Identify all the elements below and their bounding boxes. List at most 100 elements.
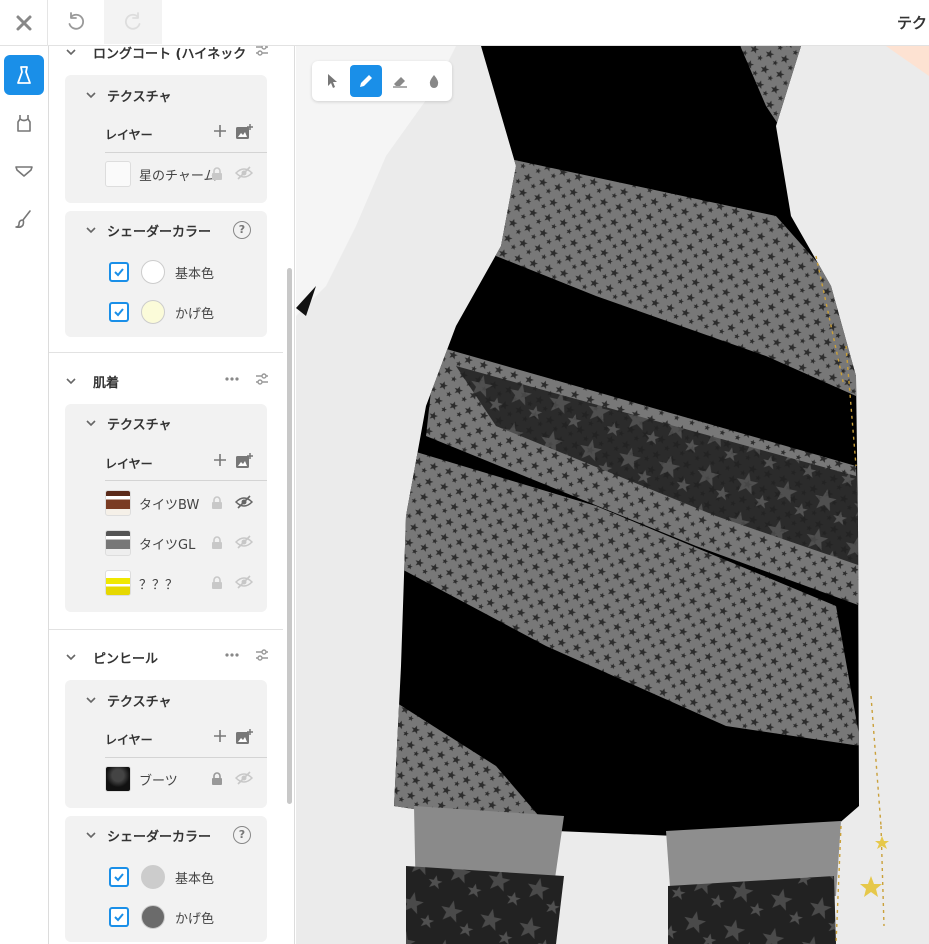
visibility-off-icon[interactable]	[234, 535, 254, 553]
help-icon[interactable]: ?	[233, 826, 251, 844]
layers-divider	[105, 480, 267, 481]
drawing-toolbar	[312, 61, 452, 101]
section-divider	[49, 629, 283, 630]
more-options-icon[interactable]	[224, 371, 240, 391]
section-header-long-coat[interactable]: ロングコート (ハイネック	[65, 46, 270, 64]
layer-row[interactable]: ？？？	[105, 569, 267, 597]
layer-thumbnail	[105, 570, 131, 596]
panel-scrollbar[interactable]	[287, 268, 292, 804]
shader-color-card: シェーダーカラー ? 基本色 かげ色	[65, 816, 267, 942]
texture-header[interactable]: テクスチャ	[85, 690, 171, 710]
lock-icon[interactable]	[211, 772, 223, 790]
droplet-icon	[429, 75, 439, 88]
section-title: ピンヒール	[93, 651, 159, 667]
shadow-color-swatch[interactable]	[141, 300, 165, 324]
add-layer-icon[interactable]	[213, 124, 227, 142]
dropper-tool-button[interactable]	[418, 65, 450, 97]
texture-title: テクスチャ	[107, 89, 172, 105]
layer-row[interactable]: タイツBW	[105, 489, 267, 517]
layer-thumbnail	[105, 530, 131, 556]
shadow-color-swatch[interactable]	[141, 905, 165, 929]
layer-row[interactable]: ブーツ	[105, 765, 267, 793]
shadow-color-checkbox[interactable]	[109, 907, 129, 927]
redo-button[interactable]	[104, 0, 162, 44]
chevron-down-icon	[85, 224, 99, 236]
chevron-down-icon	[65, 375, 79, 387]
layer-thumbnail	[105, 490, 131, 516]
add-layer-icon[interactable]	[213, 729, 227, 747]
base-color-label: 基本色	[175, 871, 215, 887]
layer-row[interactable]: 星のチャーム	[105, 160, 267, 188]
checkmark-icon	[114, 308, 124, 317]
add-layer-icon[interactable]	[213, 453, 227, 471]
dress-icon	[17, 66, 31, 84]
shadow-color-checkbox[interactable]	[109, 302, 129, 322]
visibility-off-icon[interactable]	[234, 495, 254, 513]
section-title: ロングコート (ハイネック	[93, 46, 247, 62]
pen-icon	[360, 75, 372, 87]
section-header-underwear[interactable]: 肌着	[65, 369, 270, 393]
base-color-label: 基本色	[175, 266, 215, 282]
base-color-row: 基本色	[109, 863, 214, 891]
shader-color-header[interactable]: シェーダーカラー	[85, 825, 211, 845]
close-button[interactable]	[0, 0, 48, 46]
checkmark-icon	[114, 913, 124, 922]
add-image-icon[interactable]	[235, 124, 253, 144]
lock-icon[interactable]	[211, 496, 223, 514]
texture-header[interactable]: テクスチャ	[85, 85, 171, 105]
add-image-icon[interactable]	[235, 729, 253, 749]
texture-header[interactable]: テクスチャ	[85, 413, 171, 433]
adjust-settings-icon[interactable]	[254, 647, 270, 667]
chevron-down-icon	[85, 829, 99, 841]
shader-color-header[interactable]: シェーダーカラー	[85, 220, 211, 240]
model-viewport[interactable]	[296, 46, 929, 944]
undo-button[interactable]	[56, 0, 96, 44]
layers-divider	[105, 152, 267, 153]
help-icon[interactable]: ?	[233, 221, 251, 239]
section-header-pin-heel[interactable]: ピンヒール	[65, 645, 270, 669]
layer-thumbnail	[105, 161, 131, 187]
texture-card: テクスチャ レイヤー ブーツ	[65, 680, 267, 808]
chevron-down-icon	[85, 417, 99, 429]
avatar-model-render	[296, 46, 929, 944]
adjust-settings-icon[interactable]	[254, 371, 270, 391]
brush-icon	[15, 210, 31, 229]
select-tool-button[interactable]	[316, 65, 348, 97]
eraser-tool-button[interactable]	[384, 65, 416, 97]
visibility-off-icon[interactable]	[234, 166, 254, 184]
base-color-swatch[interactable]	[141, 865, 165, 889]
texture-card: テクスチャ レイヤー タイツBW タイツGL ？？？	[65, 404, 267, 612]
property-panel: ロングコート (ハイネック テクスチャ レイヤー 星のチャーム シェーダーカラー…	[49, 46, 295, 944]
lock-icon[interactable]	[211, 167, 223, 185]
chevron-down-icon	[85, 89, 99, 101]
more-options-icon[interactable]	[224, 647, 240, 667]
chevron-down-icon	[85, 694, 99, 706]
base-color-checkbox[interactable]	[109, 262, 129, 282]
rail-bottom-button[interactable]	[4, 151, 44, 191]
base-color-checkbox[interactable]	[109, 867, 129, 887]
visibility-off-icon[interactable]	[234, 771, 254, 789]
page-title: テク	[896, 14, 927, 32]
base-color-swatch[interactable]	[141, 260, 165, 284]
chevron-down-icon	[65, 46, 79, 58]
texture-title: テクスチャ	[107, 417, 172, 433]
add-image-icon[interactable]	[235, 453, 253, 473]
layer-row[interactable]: タイツGL	[105, 529, 267, 557]
top-bar: テク	[0, 0, 929, 46]
checkmark-icon	[114, 268, 124, 277]
close-icon	[16, 15, 31, 31]
layers-divider	[105, 757, 267, 758]
pen-tool-button[interactable]	[350, 65, 382, 97]
rail-paint-button[interactable]	[4, 199, 44, 239]
shadow-color-row: かげ色	[109, 903, 214, 931]
lock-icon[interactable]	[211, 536, 223, 554]
adjust-settings-icon[interactable]	[254, 46, 270, 62]
visibility-off-icon[interactable]	[234, 575, 254, 593]
layer-thumbnail	[105, 766, 131, 792]
rail-top-button[interactable]	[4, 103, 44, 143]
shader-color-title: シェーダーカラー	[107, 829, 212, 845]
rail-outfit-button[interactable]	[4, 55, 44, 95]
shader-color-title: シェーダーカラー	[107, 224, 212, 240]
lock-icon[interactable]	[211, 576, 223, 594]
texture-card: テクスチャ レイヤー 星のチャーム	[65, 75, 267, 203]
